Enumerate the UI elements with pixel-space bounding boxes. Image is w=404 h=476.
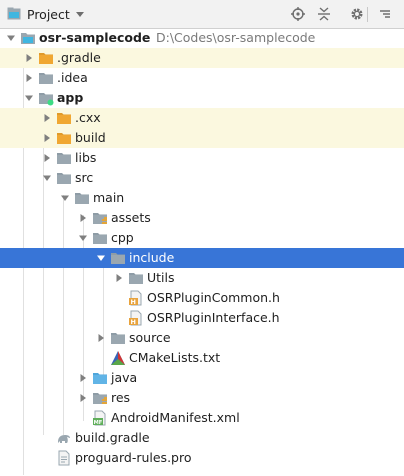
tree-row-build-gradle[interactable]: build.gradle xyxy=(0,428,404,448)
tree-row-utils[interactable]: Utils xyxy=(0,268,404,288)
gray-folder-icon xyxy=(92,230,108,246)
gray-folder-icon xyxy=(56,150,72,166)
tree-item-label: src xyxy=(75,170,94,185)
tree-item-label: .idea xyxy=(57,70,88,85)
tree-item-label: build.gradle xyxy=(75,430,150,445)
tree-item-label: osr-samplecode xyxy=(39,30,151,45)
project-tool-window-header: Project xyxy=(0,0,404,29)
tree-row-cmakelists-txt[interactable]: CMakeLists.txt xyxy=(0,348,404,368)
tree-row-idea[interactable]: .idea xyxy=(0,68,404,88)
resource-folder-icon xyxy=(92,210,108,226)
svg-text:H: H xyxy=(131,318,136,326)
gray-folder-icon xyxy=(38,70,54,86)
file-icon xyxy=(56,450,72,466)
collapsed-arrow-icon[interactable] xyxy=(78,213,88,223)
tree-item-label: include xyxy=(129,250,175,265)
tree-row-include[interactable]: include xyxy=(0,248,404,268)
gray-folder-icon xyxy=(110,250,126,266)
collapsed-arrow-icon[interactable] xyxy=(114,273,124,283)
expanded-arrow-icon[interactable] xyxy=(42,173,52,183)
orange-folder-icon xyxy=(56,110,72,126)
h-file-icon: H xyxy=(128,290,144,306)
tree-item-label: source xyxy=(129,330,171,345)
module-folder-icon xyxy=(20,30,36,46)
orange-folder-icon xyxy=(38,50,54,66)
manifest-icon: MF xyxy=(92,410,108,426)
tree-row-gradle[interactable]: .gradle xyxy=(0,48,404,68)
locate-icon[interactable] xyxy=(290,6,306,22)
tree-row-osrplugininterface-h[interactable]: H OSRPluginInterface.h xyxy=(0,308,404,328)
tree-item-label: Utils xyxy=(147,270,175,285)
collapsed-arrow-icon[interactable] xyxy=(24,73,34,83)
project-view-title[interactable]: Project xyxy=(27,7,70,22)
blue-folder-icon xyxy=(92,370,108,386)
expanded-arrow-icon[interactable] xyxy=(60,193,70,203)
tree-item-label: libs xyxy=(75,150,97,165)
expanded-arrow-icon[interactable] xyxy=(24,93,34,103)
gray-folder-icon xyxy=(128,270,144,286)
svg-text:MF: MF xyxy=(94,420,103,426)
tree-row-app[interactable]: app xyxy=(0,88,404,108)
orange-folder-icon xyxy=(56,130,72,146)
collapsed-arrow-icon[interactable] xyxy=(24,53,34,63)
collapsed-arrow-icon[interactable] xyxy=(96,333,106,343)
project-icon xyxy=(7,7,21,20)
tree-row-libs[interactable]: libs xyxy=(0,148,404,168)
tree-row-androidmanifest-xml[interactable]: MF AndroidManifest.xml xyxy=(0,408,404,428)
tree-row-osrplugincommon-h[interactable]: H OSRPluginCommon.h xyxy=(0,288,404,308)
tree-row-osr-samplecode[interactable]: osr-samplecode D:\Codes\osr-samplecode xyxy=(0,29,404,48)
tree-row-build[interactable]: build xyxy=(0,128,404,148)
expanded-arrow-icon[interactable] xyxy=(96,253,106,263)
tree-item-label: .cxx xyxy=(75,110,101,125)
tree-row-source[interactable]: source xyxy=(0,328,404,348)
tree-item-label: build xyxy=(75,130,106,145)
tree-item-label: app xyxy=(57,90,84,105)
tree-row-assets[interactable]: assets xyxy=(0,208,404,228)
tree-item-label: assets xyxy=(111,210,151,225)
project-tree: osr-samplecode D:\Codes\osr-samplecode .g… xyxy=(0,29,404,476)
collapsed-arrow-icon[interactable] xyxy=(78,393,88,403)
tree-item-label: main xyxy=(93,190,125,205)
project-path: D:\Codes\osr-samplecode xyxy=(156,30,316,45)
settings-icon[interactable] xyxy=(349,6,365,22)
cmake-icon xyxy=(110,350,126,366)
gradle-icon xyxy=(56,430,72,446)
tree-item-label: res xyxy=(111,390,131,405)
tree-item-label: .gradle xyxy=(57,50,101,65)
gray-folder-icon xyxy=(110,330,126,346)
h-file-icon: H xyxy=(128,310,144,326)
hide-icon[interactable] xyxy=(377,6,393,22)
tree-row-src[interactable]: src xyxy=(0,168,404,188)
expanded-arrow-icon[interactable] xyxy=(6,33,16,43)
tree-item-label: AndroidManifest.xml xyxy=(111,410,240,425)
toolbar-separator xyxy=(367,7,368,22)
tree-row-main[interactable]: main xyxy=(0,188,404,208)
gray-folder-icon xyxy=(74,190,90,206)
tree-row-cxx[interactable]: .cxx xyxy=(0,108,404,128)
tree-item-label: OSRPluginInterface.h xyxy=(147,310,280,325)
tree-item-label: java xyxy=(111,370,138,385)
dropdown-icon[interactable] xyxy=(74,8,86,20)
svg-text:H: H xyxy=(131,298,136,306)
tree-item-label: cpp xyxy=(111,230,134,245)
tree-row-proguard-rules-pro[interactable]: proguard-rules.pro xyxy=(0,448,404,468)
collapsed-arrow-icon[interactable] xyxy=(42,113,52,123)
tree-item-label: OSRPluginCommon.h xyxy=(147,290,280,305)
tree-row-java[interactable]: java xyxy=(0,368,404,388)
tree-item-label: CMakeLists.txt xyxy=(129,350,221,365)
tree-item-label: proguard-rules.pro xyxy=(75,450,192,465)
collapse-all-icon[interactable] xyxy=(316,6,332,22)
gray-folder-icon xyxy=(56,170,72,186)
expanded-arrow-icon[interactable] xyxy=(78,233,88,243)
collapsed-arrow-icon[interactable] xyxy=(78,373,88,383)
android-module-icon xyxy=(38,90,54,106)
collapsed-arrow-icon[interactable] xyxy=(42,153,52,163)
collapsed-arrow-icon[interactable] xyxy=(42,133,52,143)
tree-row-cpp[interactable]: cpp xyxy=(0,228,404,248)
resource-folder-icon xyxy=(92,390,108,406)
tree-row-res[interactable]: res xyxy=(0,388,404,408)
